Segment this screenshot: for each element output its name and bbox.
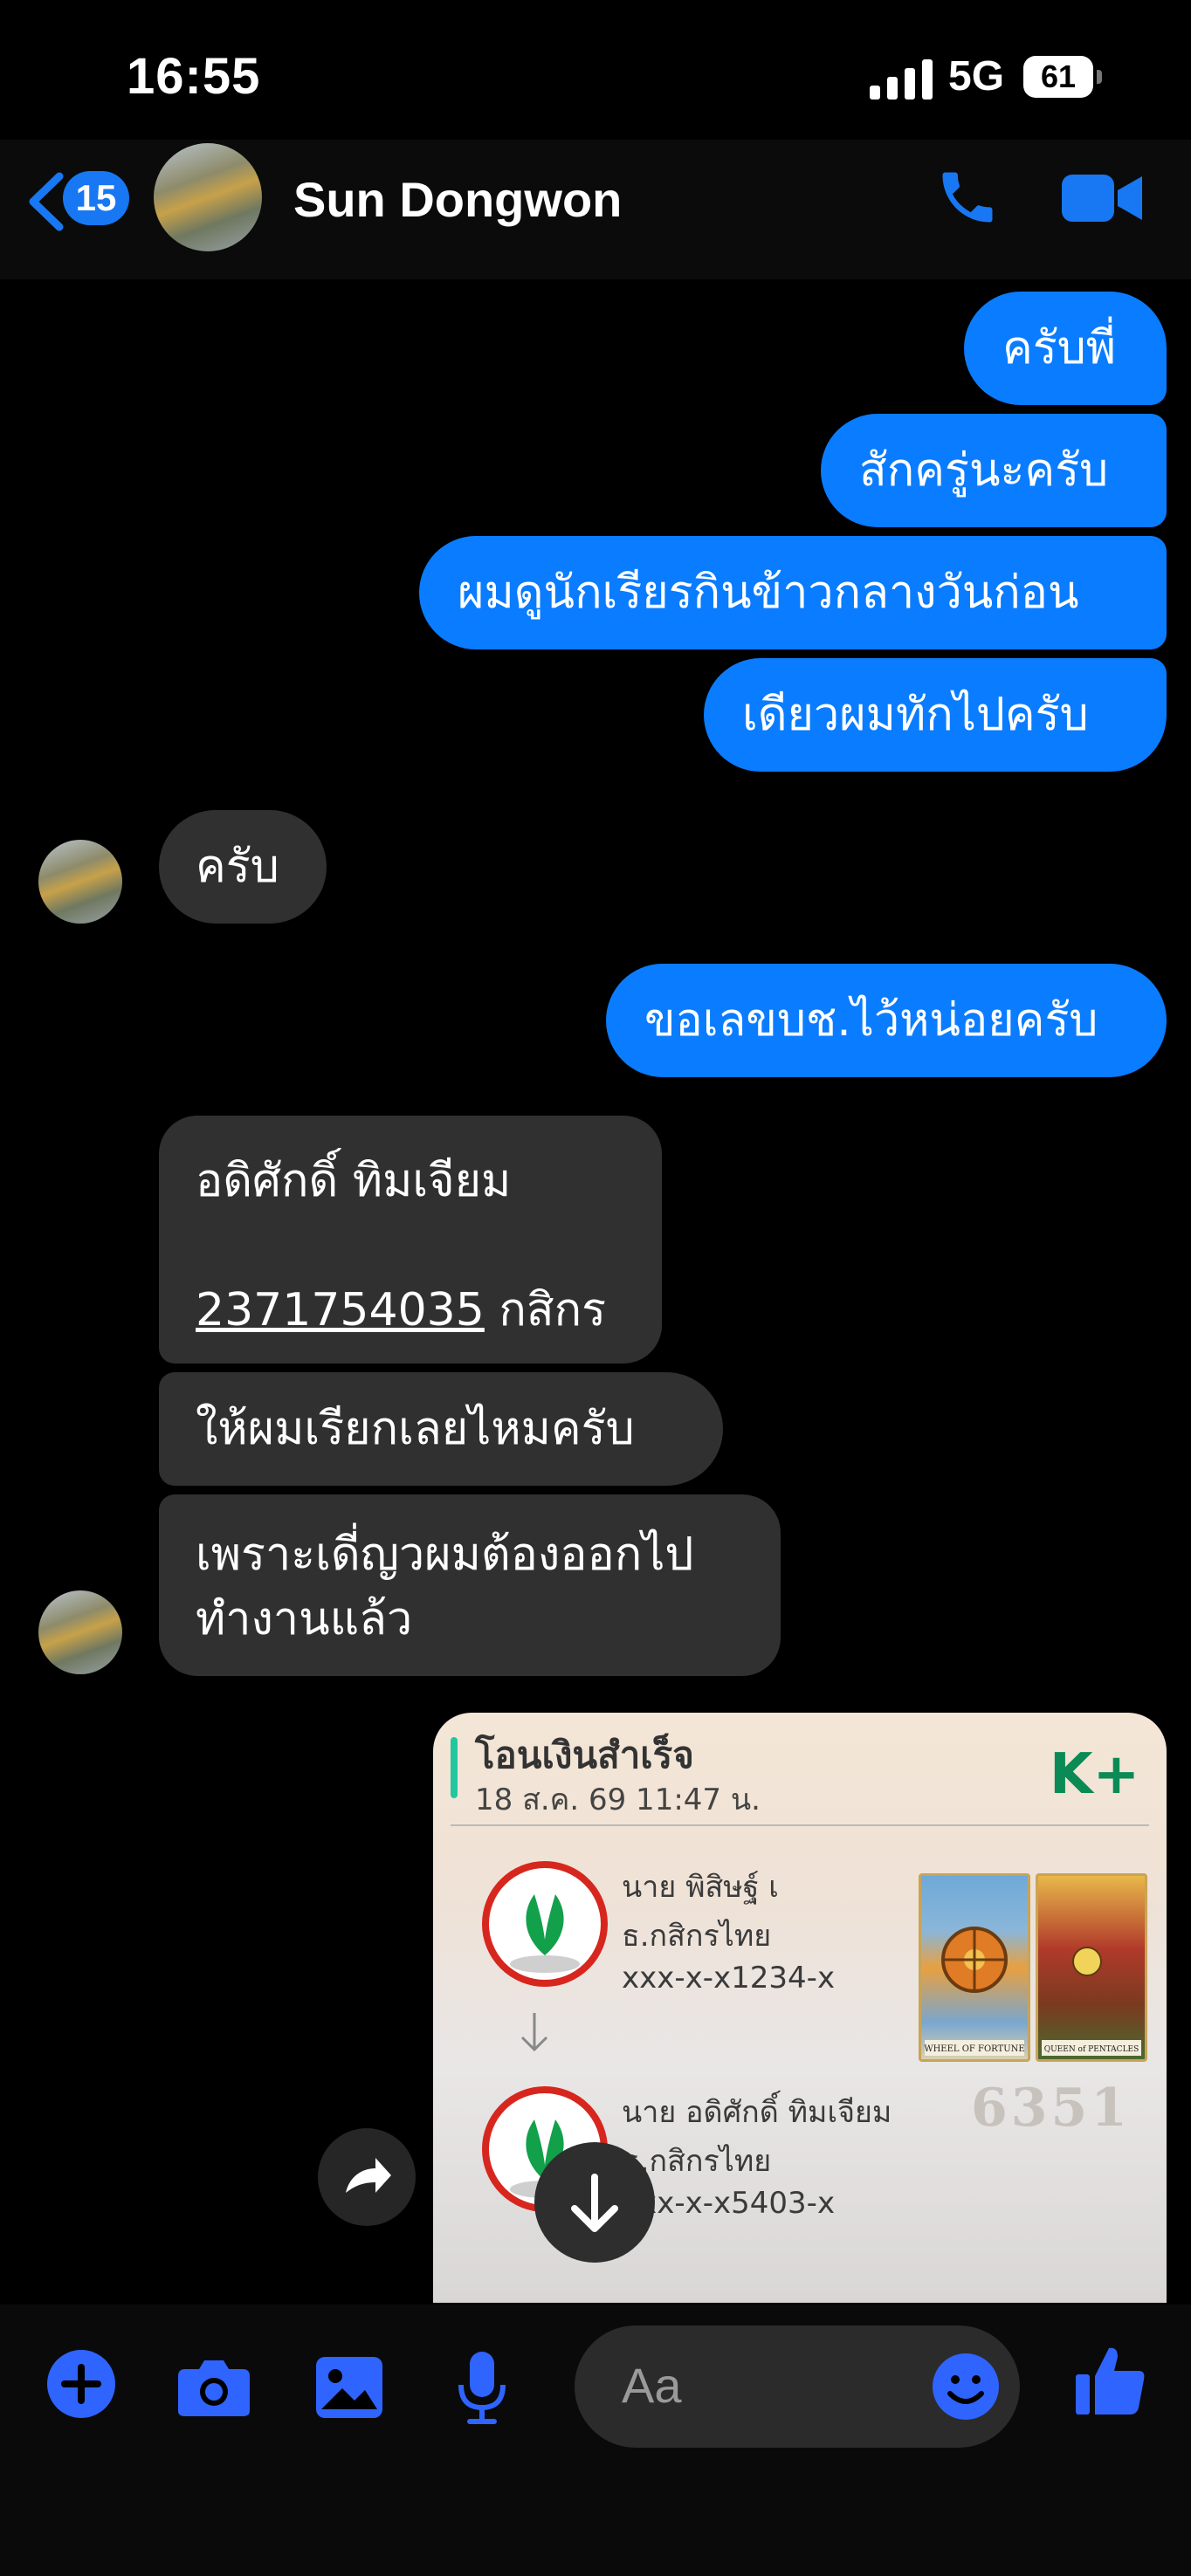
kbank-logo-icon: [482, 1861, 608, 1987]
sender-bank: ธ.กสิกรไทย: [622, 1919, 772, 1954]
message-incoming[interactable]: เพราะเดี่ญวผมต้องออกไป ทำงานแล้ว: [159, 1494, 781, 1676]
phone-icon[interactable]: [934, 164, 1001, 230]
cell-signal-icon: [870, 59, 933, 100]
tarot-card-image: WHEEL OF FORTUNE: [919, 1873, 1030, 2062]
message-input-placeholder: Aa: [622, 2358, 682, 2413]
sender-name: นาย พิสิษฐ์ เ: [622, 1870, 779, 1905]
tarot-card-image: QUEEN of PENTACLES: [1036, 1873, 1147, 2062]
message-incoming[interactable]: ครับ: [159, 810, 327, 924]
accent-bar: [451, 1737, 458, 1798]
message-line: ทำงานแล้ว: [196, 1593, 413, 1645]
slip-datetime: 18 ส.ค. 69 11:47 น.: [475, 1783, 761, 1817]
account-holder-name: อดิศักดิ์ ทิมเจียม: [196, 1155, 512, 1207]
plus-icon[interactable]: [45, 2348, 117, 2420]
status-time: 16:55: [127, 48, 261, 105]
sender-account: xxx-x-x1234-x: [622, 1961, 836, 1996]
message-outgoing[interactable]: ผมดูนักเรียรกินข้าวกลางวันก่อน: [419, 536, 1167, 649]
tarot-card-label: WHEEL OF FORTUNE: [924, 2044, 1024, 2054]
message-outgoing[interactable]: เดียวผมทักไปครับ: [704, 658, 1167, 772]
network-type: 5G: [948, 53, 1005, 100]
message-incoming[interactable]: อดิศักดิ์ ทิมเจียม 2371754035 กสิกร: [159, 1116, 662, 1364]
message-outgoing[interactable]: ครับพี่: [964, 292, 1167, 405]
camera-icon[interactable]: [176, 2357, 251, 2418]
sender-avatar[interactable]: [38, 1590, 122, 1674]
battery-icon: 61: [1023, 56, 1104, 98]
arrow-down-icon: [520, 2013, 548, 2052]
kplus-logo: K+: [1050, 1742, 1140, 1807]
message-line: เพราะเดี่ญวผมต้องออกไป: [196, 1528, 694, 1581]
back-icon[interactable]: [26, 171, 66, 232]
contact-name[interactable]: Sun Dongwon: [293, 171, 622, 228]
divider: [451, 1824, 1149, 1826]
account-number-link[interactable]: 2371754035: [196, 1284, 485, 1336]
scroll-down-button[interactable]: [534, 2142, 655, 2263]
unread-count-badge[interactable]: 15: [63, 171, 129, 225]
message-incoming[interactable]: ให้ผมเรียกเลยไหมครับ: [159, 1372, 723, 1486]
watermark-number: 6351: [971, 2078, 1131, 2139]
receiver-name: นาย อดิศักดิ์ ทิมเจียม: [622, 2095, 892, 2130]
sender-avatar[interactable]: [38, 840, 122, 924]
gallery-icon[interactable]: [314, 2355, 384, 2420]
microphone-icon[interactable]: [456, 2350, 508, 2425]
account-line: 2371754035 กสิกร: [196, 1278, 625, 1343]
arrow-down-icon: [571, 2174, 618, 2232]
bank-name: กสิกร: [484, 1284, 607, 1336]
tarot-card-label: QUEEN of PENTACLES: [1044, 2045, 1139, 2054]
battery-level: 61: [1023, 56, 1093, 98]
share-icon[interactable]: [318, 2128, 416, 2226]
emoji-icon[interactable]: [931, 2352, 1001, 2421]
contact-avatar[interactable]: [154, 143, 262, 251]
message-outgoing[interactable]: ขอเลขบช.ไว้หน่อยครับ: [606, 964, 1167, 1077]
thumbs-up-icon[interactable]: [1074, 2343, 1147, 2416]
video-icon[interactable]: [1062, 171, 1142, 225]
message-outgoing[interactable]: สักครู่นะครับ: [821, 414, 1167, 527]
